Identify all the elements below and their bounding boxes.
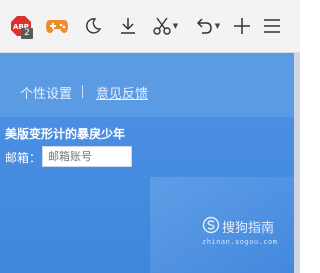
new-tab-button[interactable] [231, 12, 253, 40]
undo-icon [196, 18, 212, 34]
adblock-button[interactable]: ABP 2 [9, 12, 33, 40]
feedback-link[interactable]: 意见反馈 [96, 83, 148, 102]
screenshot-button[interactable]: ▼ [148, 12, 182, 40]
watermark-url: zhinan.sogou.com [202, 238, 278, 246]
adblock-count-badge: 2 [21, 28, 33, 39]
watermark-text: 搜狗指南 [222, 221, 275, 236]
sogou-watermark: 搜狗指南 zhinan.sogou.com [198, 214, 288, 254]
scrollbar[interactable] [294, 53, 300, 273]
sogou-logo-icon [202, 216, 220, 234]
download-icon [121, 18, 135, 34]
menu-button[interactable] [260, 12, 284, 40]
chevron-down-icon[interactable]: ▼ [215, 22, 220, 30]
game-button[interactable] [44, 12, 70, 40]
download-button[interactable] [116, 12, 140, 40]
game-icon [46, 20, 68, 33]
undo-close-button[interactable]: ▼ [190, 12, 224, 40]
email-field[interactable] [42, 146, 132, 167]
settings-link[interactable]: 个性设置 [20, 83, 72, 102]
top-nav: 个性设置 意见反馈 [0, 53, 294, 107]
menu-icon [264, 19, 280, 33]
night-mode-icon [86, 18, 102, 34]
night-mode-button[interactable] [82, 12, 104, 40]
panel-title: 美版变形计的暴戾少年 [5, 127, 126, 141]
chevron-down-icon[interactable]: ▼ [173, 22, 178, 30]
plus-icon [234, 18, 250, 34]
browser-toolbar: ABP 2 ▼ ▼ [0, 0, 300, 53]
screenshot-icon [153, 17, 171, 35]
nav-divider [82, 85, 83, 98]
email-label: 邮箱： [5, 151, 42, 165]
